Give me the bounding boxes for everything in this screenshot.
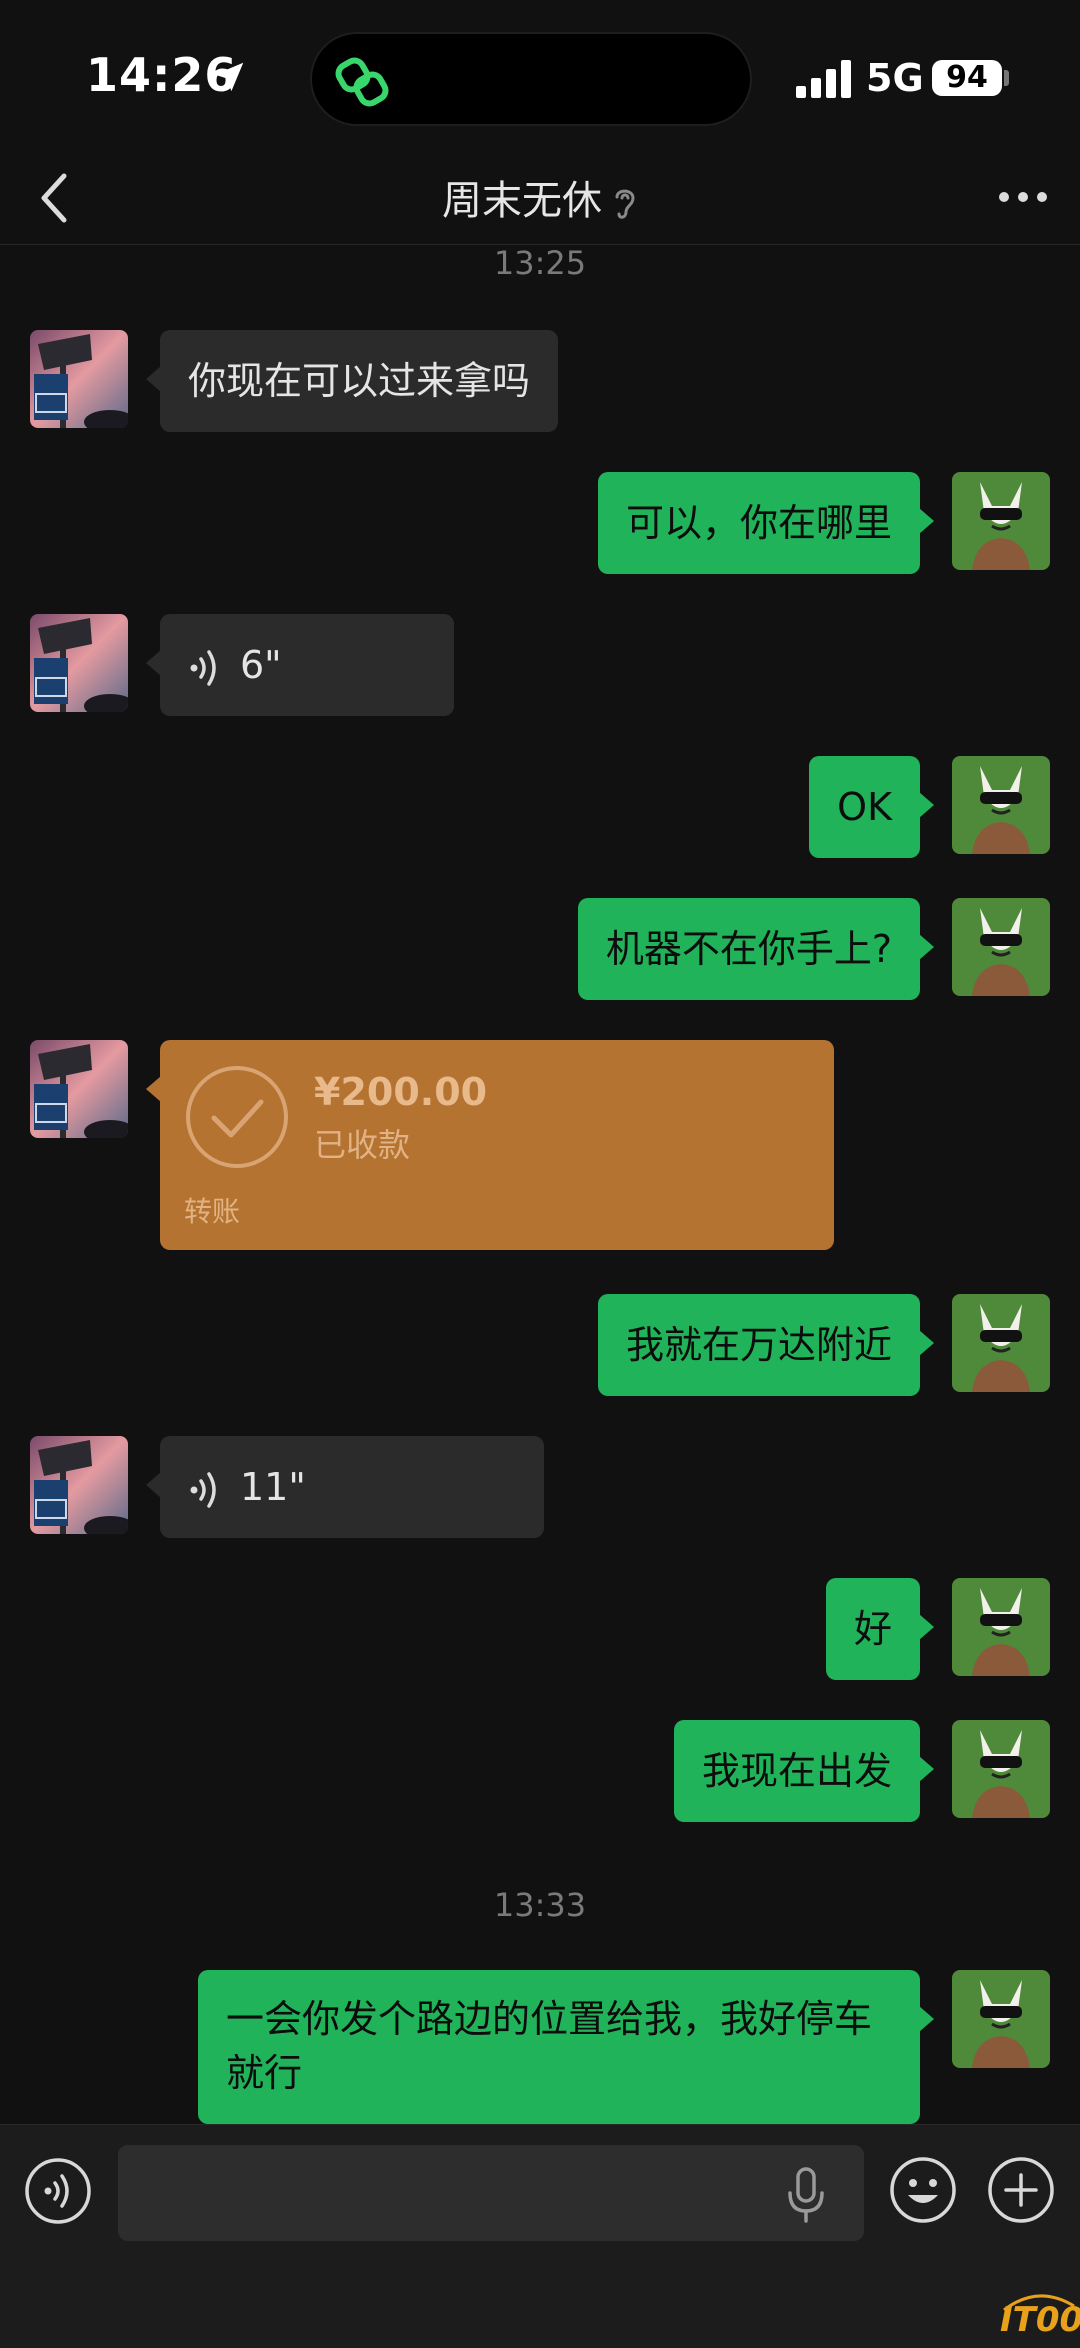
- status-bar: 14:26 5G 94: [0, 0, 1080, 150]
- message-list[interactable]: 13:25 你现在可以过来拿吗 可以，你在哪里 6" OK 机器不在你手上? ¥…: [0, 244, 1080, 2124]
- input-bar: [0, 2124, 1080, 2348]
- message-sent[interactable]: 机器不在你手上?: [577, 898, 935, 1000]
- contact-avatar[interactable]: [30, 1436, 128, 1534]
- message-sent[interactable]: 我现在出发: [673, 1720, 935, 1822]
- voice-wave-icon: [190, 649, 216, 686]
- message-input[interactable]: [118, 2145, 864, 2241]
- my-avatar[interactable]: [952, 472, 1050, 570]
- voice-duration: 11": [240, 1465, 306, 1509]
- transfer-label: 转账: [184, 1195, 241, 1228]
- contact-avatar[interactable]: [30, 1040, 128, 1138]
- transfer-card[interactable]: ¥200.00 已收款 转账: [146, 1040, 834, 1250]
- earpiece-mode-icon: [615, 189, 635, 219]
- dynamic-island[interactable]: [310, 32, 752, 126]
- emoji-icon[interactable]: [888, 2155, 958, 2225]
- more-options-icon[interactable]: [996, 180, 1050, 214]
- my-avatar[interactable]: [952, 756, 1050, 854]
- chat-title-text: 周末无休: [442, 178, 602, 224]
- message-sent[interactable]: 我就在万达附近: [597, 1294, 935, 1396]
- my-avatar[interactable]: [952, 1970, 1050, 2068]
- voice-wave-icon: [190, 1471, 216, 1508]
- check-circle-icon: [186, 1066, 288, 1168]
- my-avatar[interactable]: [952, 898, 1050, 996]
- transfer-amount: ¥200.00: [314, 1070, 488, 1114]
- watermark-logo: IT007: [998, 2288, 1080, 2340]
- contact-avatar[interactable]: [30, 614, 128, 712]
- message-sent[interactable]: 好: [825, 1578, 935, 1680]
- chat-header: 周末无休: [0, 150, 1080, 245]
- voice-duration: 6": [240, 643, 282, 687]
- voice-input-toggle-icon[interactable]: [24, 2157, 92, 2225]
- microphone-icon[interactable]: [786, 2167, 826, 2223]
- battery-level: 94: [932, 60, 1002, 96]
- chat-title: 周末无休: [0, 168, 1080, 226]
- my-avatar[interactable]: [952, 1294, 1050, 1392]
- transfer-status: 已收款: [314, 1126, 411, 1164]
- my-avatar[interactable]: [952, 1578, 1050, 1676]
- add-more-icon[interactable]: [986, 2155, 1056, 2225]
- voice-message[interactable]: 11": [146, 1436, 544, 1538]
- battery-tip: [1004, 70, 1009, 86]
- timestamp: 13:33: [493, 1886, 587, 1924]
- cellular-signal-icon: [796, 60, 851, 98]
- timestamp: 13:25: [493, 244, 587, 282]
- contact-avatar[interactable]: [30, 330, 128, 428]
- my-avatar[interactable]: [952, 1720, 1050, 1818]
- watermark-text: IT007: [1000, 2300, 1080, 2340]
- location-arrow-icon: [214, 62, 244, 92]
- message-sent[interactable]: 可以，你在哪里: [597, 472, 935, 574]
- message-sent[interactable]: 一会你发个路边的位置给我，我好停车就行: [198, 1970, 934, 2124]
- message-received[interactable]: 你现在可以过来拿吗: [145, 330, 559, 432]
- link-chain-icon: [335, 57, 389, 107]
- network-type: 5G: [866, 56, 924, 100]
- message-sent[interactable]: OK: [809, 756, 934, 858]
- voice-message[interactable]: 6": [146, 614, 454, 716]
